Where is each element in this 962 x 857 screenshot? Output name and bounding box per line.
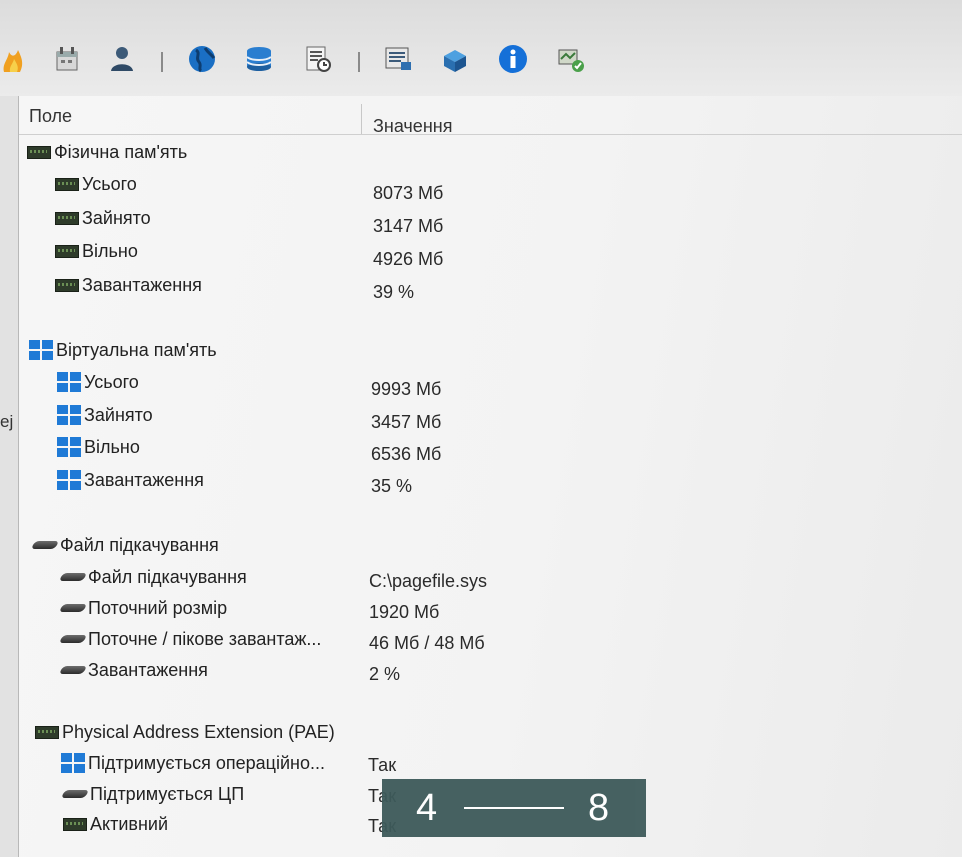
user-icon[interactable] bbox=[107, 44, 137, 74]
network-icon[interactable] bbox=[440, 44, 470, 74]
disk-icon bbox=[58, 573, 88, 582]
list-item-value: Так bbox=[368, 755, 397, 775]
list-item[interactable]: Завантаження bbox=[55, 274, 202, 300]
ram-icon bbox=[55, 211, 79, 225]
range-dash bbox=[464, 807, 564, 809]
list-item[interactable]: Завантаження bbox=[57, 469, 204, 495]
cpu-icon bbox=[60, 790, 90, 799]
ram-icon bbox=[35, 725, 59, 739]
list-item-value: 6536 Мб bbox=[371, 444, 442, 464]
left-pane-text-fragment: еј bbox=[0, 412, 14, 431]
list-item-value: 8073 Мб bbox=[373, 183, 444, 203]
details-list: Поле Значення Фізична пам'ять Усього 807… bbox=[19, 96, 962, 857]
ram-icon bbox=[55, 278, 79, 292]
list-item-value: 1920 Мб bbox=[369, 602, 440, 622]
list-item[interactable]: Зайнято bbox=[57, 404, 153, 430]
ram-icon bbox=[63, 817, 87, 831]
range-end-label: 8 bbox=[588, 787, 610, 829]
list-item-value: 39 % bbox=[373, 282, 415, 302]
column-divider[interactable] bbox=[361, 104, 362, 134]
disk-icon bbox=[58, 604, 88, 613]
windows-icon bbox=[61, 753, 85, 774]
windows-icon bbox=[57, 372, 81, 393]
disk-icon bbox=[58, 666, 88, 675]
section-pae[interactable]: Physical Address Extension (PAE) bbox=[35, 721, 335, 747]
windows-icon bbox=[57, 405, 81, 426]
disk-icon bbox=[58, 635, 88, 644]
monitor-report-icon[interactable] bbox=[383, 44, 413, 74]
range-start-label: 4 bbox=[416, 787, 438, 829]
list-item[interactable]: Усього bbox=[57, 371, 139, 397]
globe-icon[interactable] bbox=[187, 44, 217, 74]
list-item-value: C:\pagefile.sys bbox=[369, 571, 488, 591]
ram-icon bbox=[55, 177, 79, 191]
toolbar bbox=[0, 0, 962, 96]
flame-icon[interactable] bbox=[0, 46, 30, 76]
section-physical-memory[interactable]: Фізична пам'ять bbox=[27, 141, 187, 167]
database-icon[interactable] bbox=[244, 44, 274, 74]
list-item[interactable]: Поточне / пікове завантаж... bbox=[58, 628, 321, 654]
report-icon[interactable] bbox=[303, 44, 333, 74]
windows-icon bbox=[57, 470, 81, 491]
column-header-field[interactable]: Поле bbox=[29, 106, 72, 127]
list-item[interactable]: Поточний розмір bbox=[58, 597, 227, 623]
list-item-value: 46 Мб / 48 Мб bbox=[369, 633, 485, 653]
ram-icon bbox=[55, 244, 79, 258]
list-item[interactable]: Зайнято bbox=[55, 207, 151, 233]
disk-icon bbox=[30, 541, 60, 550]
list-item[interactable]: Файл підкачування bbox=[58, 566, 247, 592]
list-item[interactable]: Усього bbox=[55, 173, 137, 199]
list-item-value: 2 % bbox=[369, 664, 401, 684]
list-item[interactable]: Підтримується ЦП bbox=[60, 783, 244, 809]
list-item[interactable]: Вільно bbox=[55, 240, 138, 266]
list-item-value: 3147 Мб bbox=[373, 216, 444, 236]
section-virtual-memory[interactable]: Віртуальна пам'ять bbox=[29, 339, 217, 365]
ram-icon bbox=[27, 145, 51, 159]
windows-icon bbox=[57, 437, 81, 458]
list-item[interactable]: Вільно bbox=[57, 436, 140, 462]
header-divider bbox=[19, 134, 962, 135]
calendar-icon[interactable] bbox=[52, 44, 82, 74]
list-item[interactable]: Підтримується операційно... bbox=[61, 752, 325, 778]
left-navigation-pane: еј bbox=[0, 96, 19, 857]
windows-icon bbox=[29, 340, 53, 361]
toolbar-separator bbox=[161, 52, 163, 72]
list-item-value: 4926 Мб bbox=[373, 249, 444, 269]
range-overlay-badge: 4 8 bbox=[382, 779, 646, 837]
list-item[interactable]: Завантаження bbox=[58, 659, 208, 685]
toolbar-separator bbox=[358, 52, 360, 72]
list-item-value: 35 % bbox=[371, 476, 413, 496]
info-icon[interactable] bbox=[498, 44, 528, 74]
section-page-file[interactable]: Файл підкачування bbox=[30, 534, 219, 560]
list-item-value: 3457 Мб bbox=[371, 412, 442, 432]
network-check-icon[interactable] bbox=[556, 44, 586, 74]
list-item[interactable]: Активний bbox=[63, 813, 168, 839]
list-item-value: 9993 Мб bbox=[371, 379, 442, 399]
